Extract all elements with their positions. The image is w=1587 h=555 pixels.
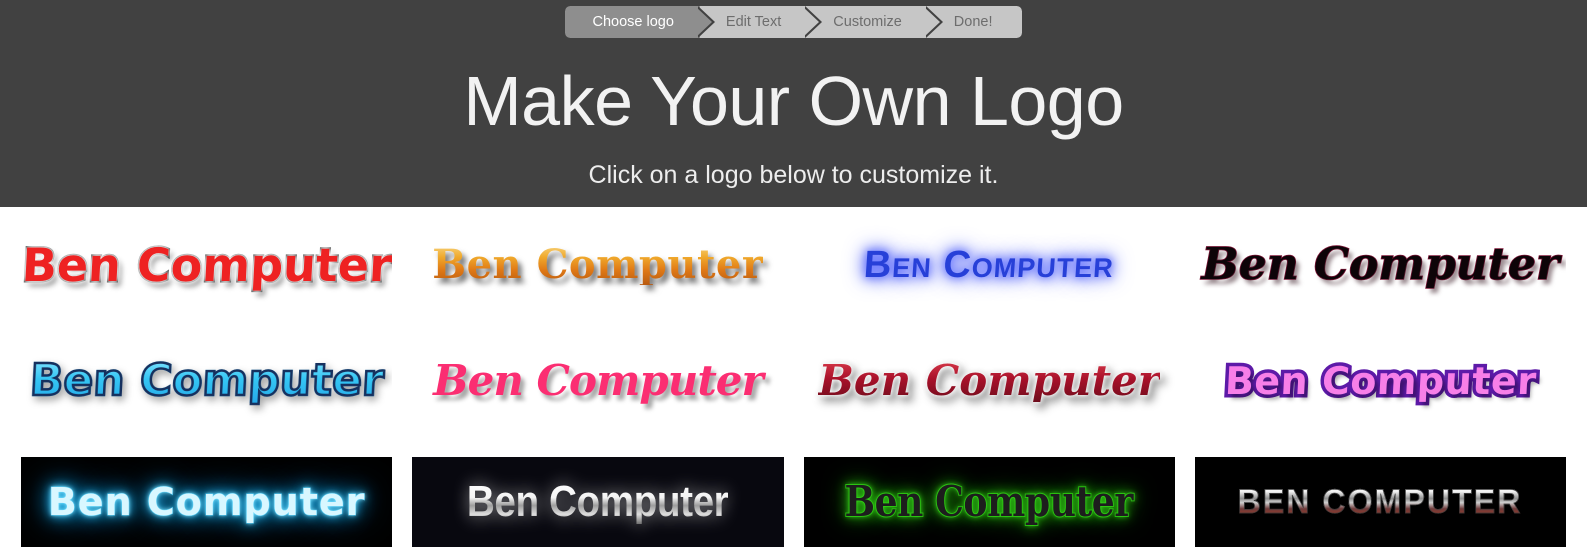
progress-steps: Choose logo Edit Text Customize Done! bbox=[0, 0, 1587, 38]
logo-option-5[interactable]: Ben Computer bbox=[21, 323, 392, 439]
logo-option-10[interactable]: Ben Computer bbox=[412, 457, 784, 547]
page-header: Choose logo Edit Text Customize Done! Ma… bbox=[0, 0, 1587, 207]
logo-preview-text: Ben Computer bbox=[1201, 239, 1560, 290]
logo-option-2[interactable]: Ben Computer bbox=[412, 207, 783, 323]
logo-option-8[interactable]: Ben Computer bbox=[1195, 323, 1566, 439]
logo-option-6[interactable]: Ben Computer bbox=[412, 323, 783, 439]
logo-preview-text: Ben Computer bbox=[1220, 356, 1541, 407]
progress-steps-track: Choose logo Edit Text Customize Done! bbox=[564, 6, 1023, 38]
step-label: Customize bbox=[833, 14, 902, 30]
logo-preview-text: Ben Computer bbox=[27, 354, 386, 408]
logo-preview-text: Ben Computer bbox=[432, 241, 764, 288]
logo-preview-text: Ben Computer bbox=[21, 237, 393, 294]
logo-preview-text: BEN COMPUTER bbox=[1237, 483, 1523, 521]
logo-preview-text: Ben Computer bbox=[818, 356, 1160, 405]
logo-option-12[interactable]: BEN COMPUTER bbox=[1194, 457, 1566, 547]
logo-preview-text: Ben Computer bbox=[47, 480, 366, 524]
logo-preview-text: Ben Computer bbox=[467, 477, 729, 526]
step-label: Done! bbox=[953, 14, 993, 30]
logo-option-4[interactable]: Ben Computer bbox=[1195, 207, 1566, 323]
step-choose-logo[interactable]: Choose logo bbox=[564, 6, 715, 38]
page-title: Make Your Own Logo bbox=[463, 62, 1124, 140]
step-arrow-icon bbox=[802, 6, 823, 38]
step-customize[interactable]: Customize bbox=[807, 6, 943, 38]
logo-preview-text: Ben Computer bbox=[861, 243, 1116, 288]
logo-option-7[interactable]: Ben Computer bbox=[804, 323, 1175, 439]
logo-option-3[interactable]: Ben Computer bbox=[804, 207, 1175, 323]
step-edit-text[interactable]: Edit Text bbox=[699, 6, 823, 38]
step-arrow-icon bbox=[922, 6, 944, 38]
logo-option-11[interactable]: Ben Computer bbox=[803, 457, 1175, 547]
logo-option-9[interactable]: Ben Computer bbox=[21, 457, 393, 547]
step-arrow-icon bbox=[694, 6, 716, 38]
logo-option-1[interactable]: Ben Computer bbox=[21, 207, 392, 323]
logo-grid: Ben Computer Ben Computer Ben Computer B… bbox=[0, 207, 1587, 547]
logo-preview-text: Ben Computer bbox=[432, 356, 765, 405]
page-subtitle: Click on a logo below to customize it. bbox=[588, 161, 999, 189]
step-label: Choose logo bbox=[592, 14, 674, 30]
step-label: Edit Text bbox=[725, 14, 782, 30]
logo-preview-text: Ben Computer bbox=[844, 477, 1135, 526]
